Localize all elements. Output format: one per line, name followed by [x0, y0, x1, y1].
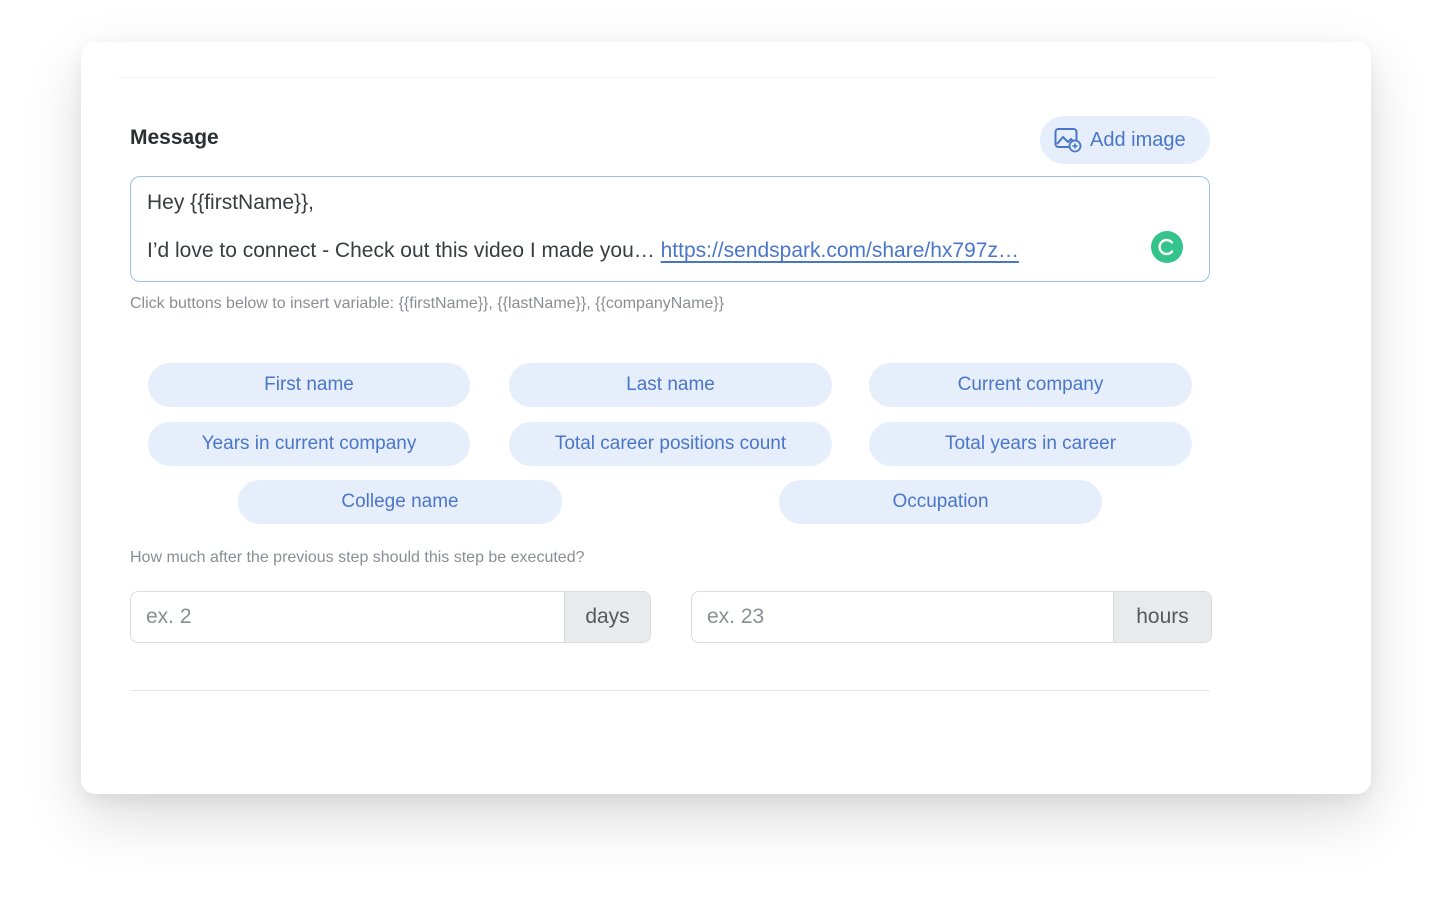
- message-share-link[interactable]: https://sendspark.com/share/hx797z…: [661, 239, 1019, 262]
- add-image-label: Add image: [1090, 128, 1186, 151]
- grammar-check-icon[interactable]: [1151, 231, 1183, 263]
- top-divider: [118, 77, 1216, 78]
- days-unit-label: days: [564, 592, 650, 642]
- variable-button-college-name[interactable]: College name: [238, 480, 562, 524]
- variable-button-last-name[interactable]: Last name: [509, 363, 832, 407]
- message-body-text: I’d love to connect - Check out this vid…: [147, 239, 655, 262]
- variables-hint: Click buttons below to insert variable: …: [130, 295, 725, 312]
- hours-input-group: hours: [691, 591, 1212, 643]
- message-textarea[interactable]: Hey {{firstName}}, I’d love to connect -…: [130, 176, 1210, 282]
- message-line-body: I’d love to connect - Check out this vid…: [147, 239, 1019, 263]
- variable-button-occupation[interactable]: Occupation: [779, 480, 1102, 524]
- image-add-icon: [1054, 127, 1082, 153]
- hours-unit-label: hours: [1113, 592, 1211, 642]
- variable-button-years-in-current-company[interactable]: Years in current company: [148, 422, 470, 466]
- message-title: Message: [130, 126, 219, 149]
- variable-button-first-name[interactable]: First name: [148, 363, 470, 407]
- add-image-button[interactable]: Add image: [1040, 116, 1210, 164]
- variable-button-total-years-in-career[interactable]: Total years in career: [869, 422, 1192, 466]
- days-input[interactable]: [131, 592, 564, 642]
- variable-button-total-career-positions[interactable]: Total career positions count: [509, 422, 832, 466]
- bottom-divider: [130, 690, 1210, 691]
- delay-hint: How much after the previous step should …: [130, 549, 585, 566]
- variable-button-current-company[interactable]: Current company: [869, 363, 1192, 407]
- hours-input[interactable]: [692, 592, 1113, 642]
- message-line-greeting: Hey {{firstName}},: [147, 191, 314, 214]
- days-input-group: days: [130, 591, 651, 643]
